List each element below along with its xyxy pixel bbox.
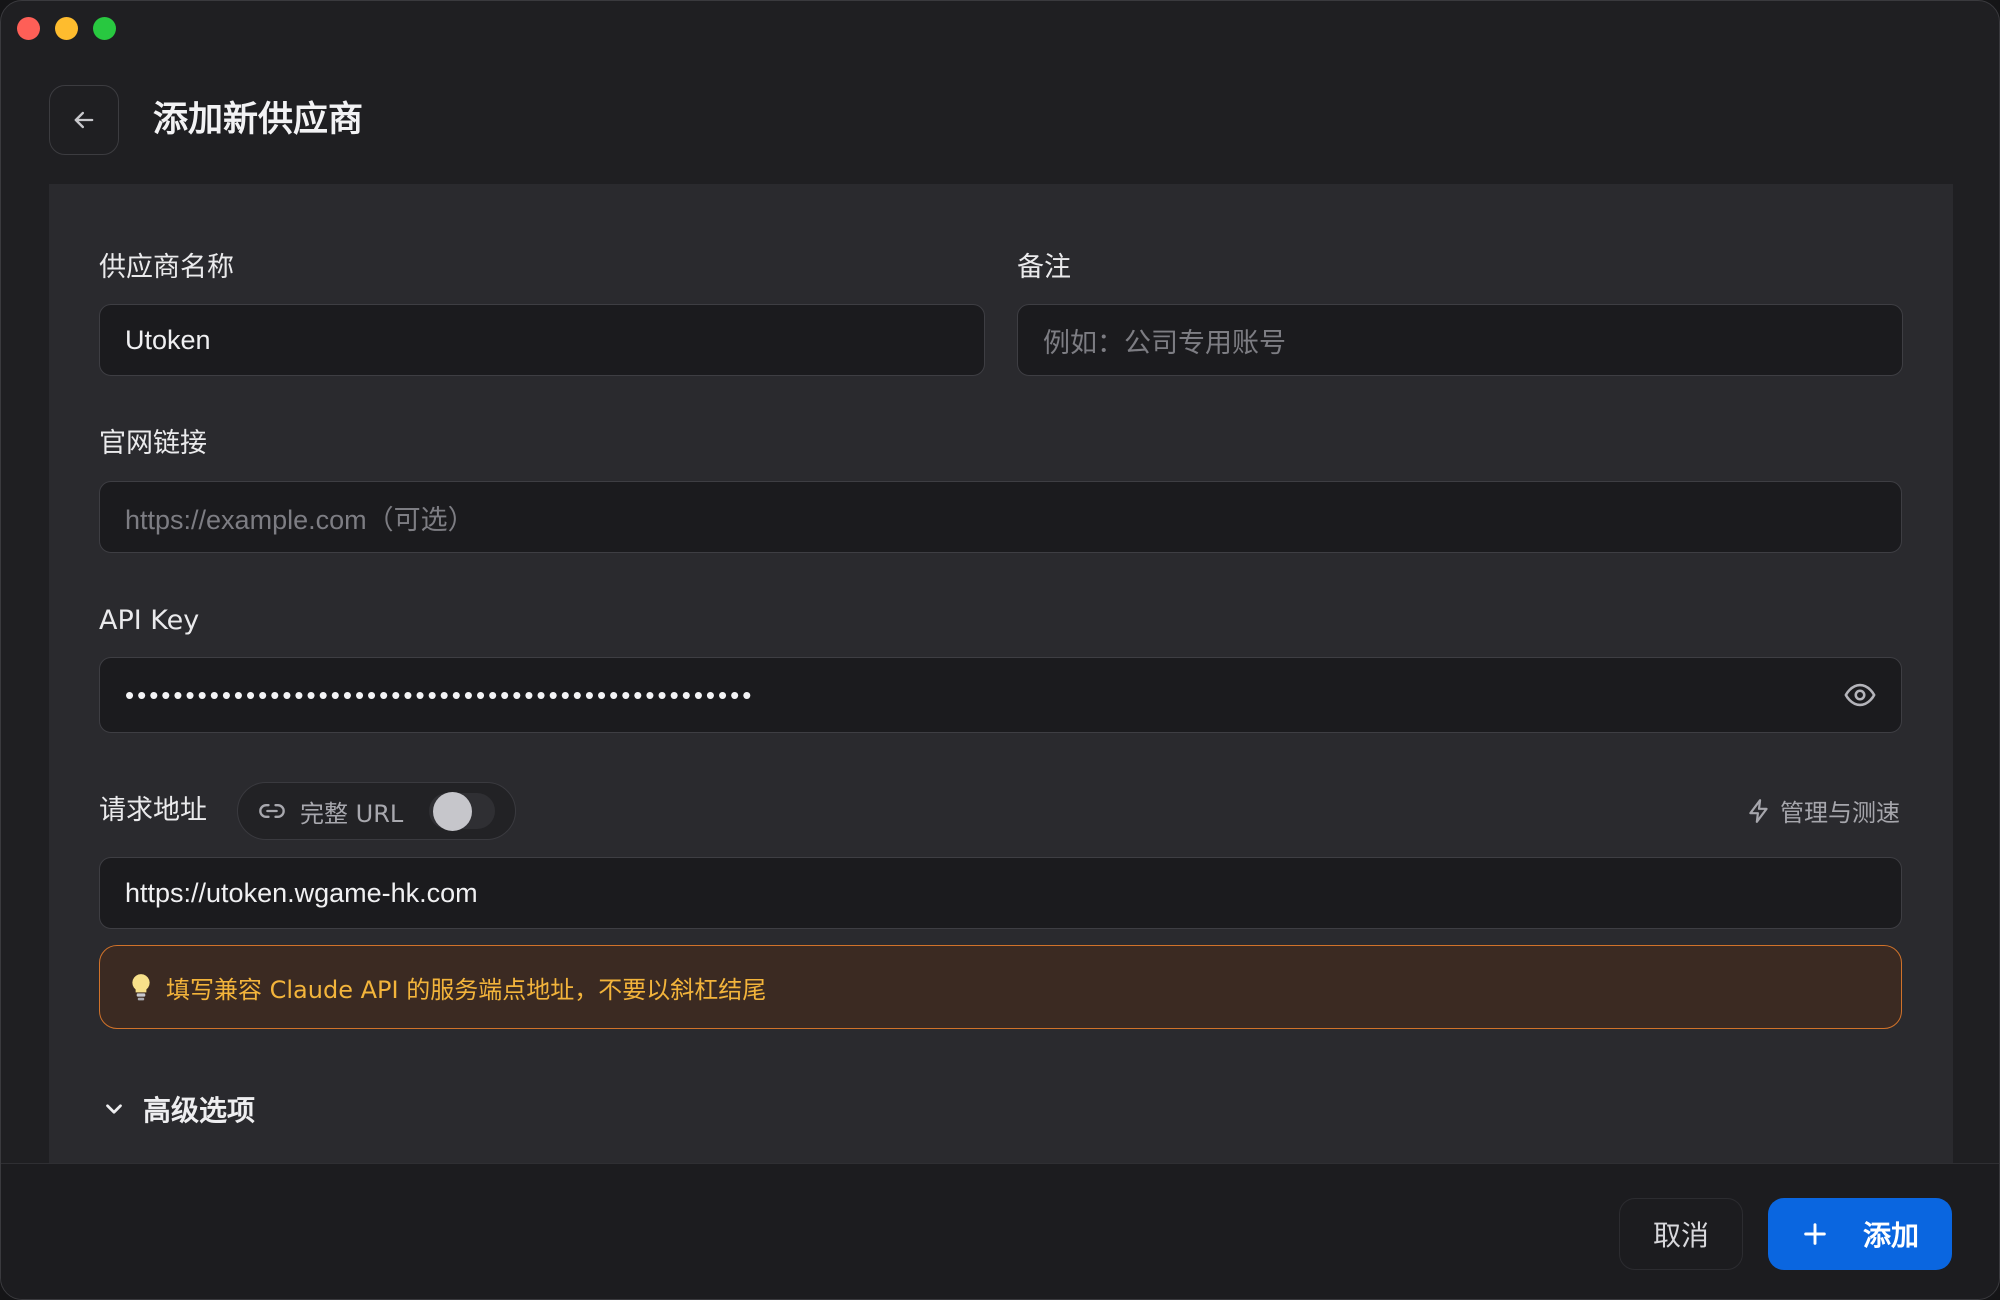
endpoint-tip-text: 填写兼容 Claude API 的服务端点地址，不要以斜杠结尾 [166,975,767,1004]
footer-bar: 取消 添加 [1,1163,1999,1299]
advanced-options-label: 高级选项 [143,1094,256,1127]
provider-name-label: 供应商名称 [99,252,234,283]
maximize-window-button[interactable] [93,17,116,40]
website-input[interactable]: https://example.com（可选） [99,481,1902,553]
window-controls [17,17,116,40]
advanced-options-toggle[interactable]: 高级选项 [101,1089,255,1129]
api-key-input[interactable]: ••••••••••••••••••••••••••••••••••••••••… [99,657,1902,733]
eye-icon[interactable] [1843,678,1877,712]
notes-label: 备注 [1017,252,1071,283]
plus-icon [1804,1223,1826,1245]
manage-speedtest-label: 管理与测速 [1780,799,1900,827]
close-window-button[interactable] [17,17,40,40]
manage-speedtest-link[interactable]: 管理与测速 [1746,793,1900,828]
add-button[interactable]: 添加 [1768,1198,1952,1270]
chevron-down-icon [106,1104,122,1114]
endpoint-tip: 填写兼容 Claude API 的服务端点地址，不要以斜杠结尾 [99,945,1902,1029]
website-label: 官网链接 [99,428,207,459]
arrow-left-icon [74,111,94,129]
full-url-toggle-label: 完整 URL [300,799,404,828]
minimize-window-button[interactable] [55,17,78,40]
endpoint-input[interactable]: https://utoken.wgame-hk.com [99,857,1902,929]
lightning-icon [1749,798,1768,823]
app-window: 添加新供应商 供应商名称 Utoken 备注 例如：公司专用账号 官网链接 ht… [0,0,2000,1300]
page-title: 添加新供应商 [153,100,364,140]
api-key-label: API Key [99,605,200,636]
lightbulb-icon [132,974,150,1001]
endpoint-label: 请求地址 [99,795,207,826]
api-key-masked-value: ••••••••••••••••••••••••••••••••••••••••… [125,679,755,710]
full-url-switch[interactable] [429,792,495,831]
add-button-label: 添加 [1862,1219,1919,1252]
provider-name-input[interactable]: Utoken [99,304,985,376]
cancel-button[interactable]: 取消 [1619,1198,1743,1270]
link-icon [259,804,285,818]
notes-input[interactable]: 例如：公司专用账号 [1017,304,1903,376]
full-url-toggle[interactable]: 完整 URL [237,782,516,840]
back-button[interactable] [49,85,119,155]
switch-knob [433,792,472,831]
